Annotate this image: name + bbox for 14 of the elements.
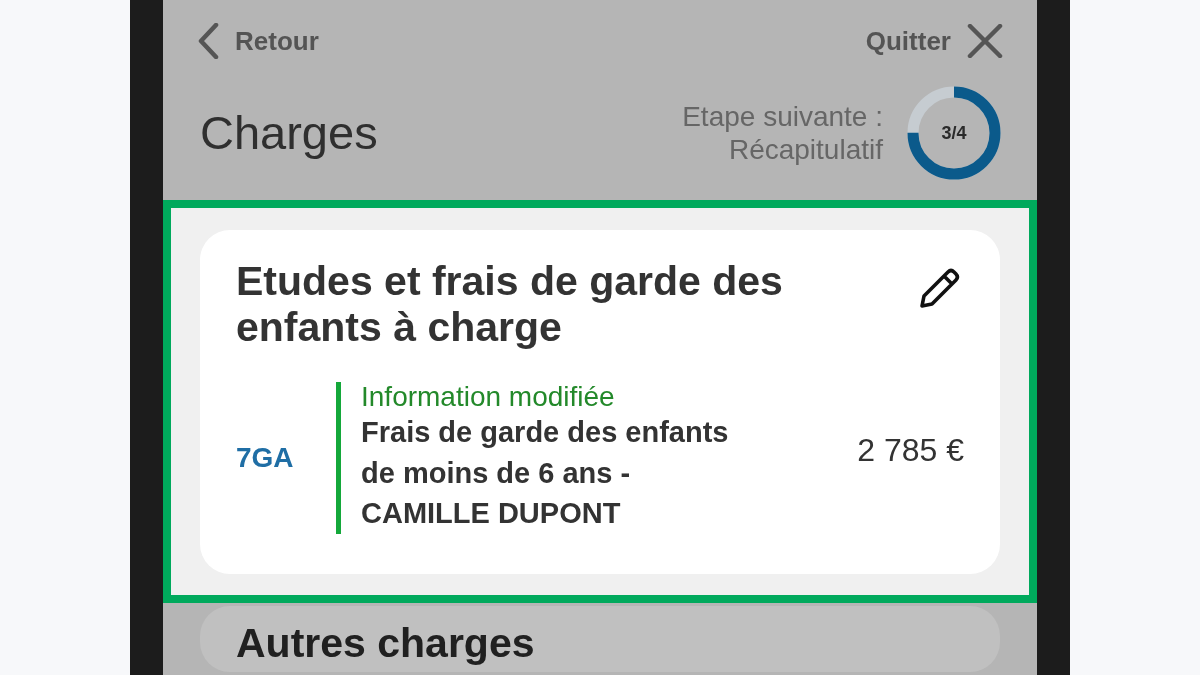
next-step-label: Etape suivante : xyxy=(682,100,883,133)
next-step-name: Récapitulatif xyxy=(728,133,883,166)
close-icon xyxy=(967,24,1003,58)
page-title: Charges xyxy=(200,107,378,159)
progress-text: 3/4 xyxy=(941,121,967,145)
entry-code: 7GA xyxy=(236,440,295,475)
section-title: Autres charges xyxy=(236,619,535,666)
modified-status: Information modifiée xyxy=(361,382,616,412)
back-button[interactable]: Retour xyxy=(197,23,319,59)
chevron-left-icon xyxy=(197,23,219,59)
quit-button[interactable]: Quitter xyxy=(865,24,1003,58)
section-title: Etudes et frais de garde des enfants à charge xyxy=(236,258,784,350)
entry-label: Frais de garde des enfants de moins de 6 ans - CAMILLE DUPONT xyxy=(361,415,730,531)
entry-amount: 2 785 € xyxy=(857,431,964,470)
